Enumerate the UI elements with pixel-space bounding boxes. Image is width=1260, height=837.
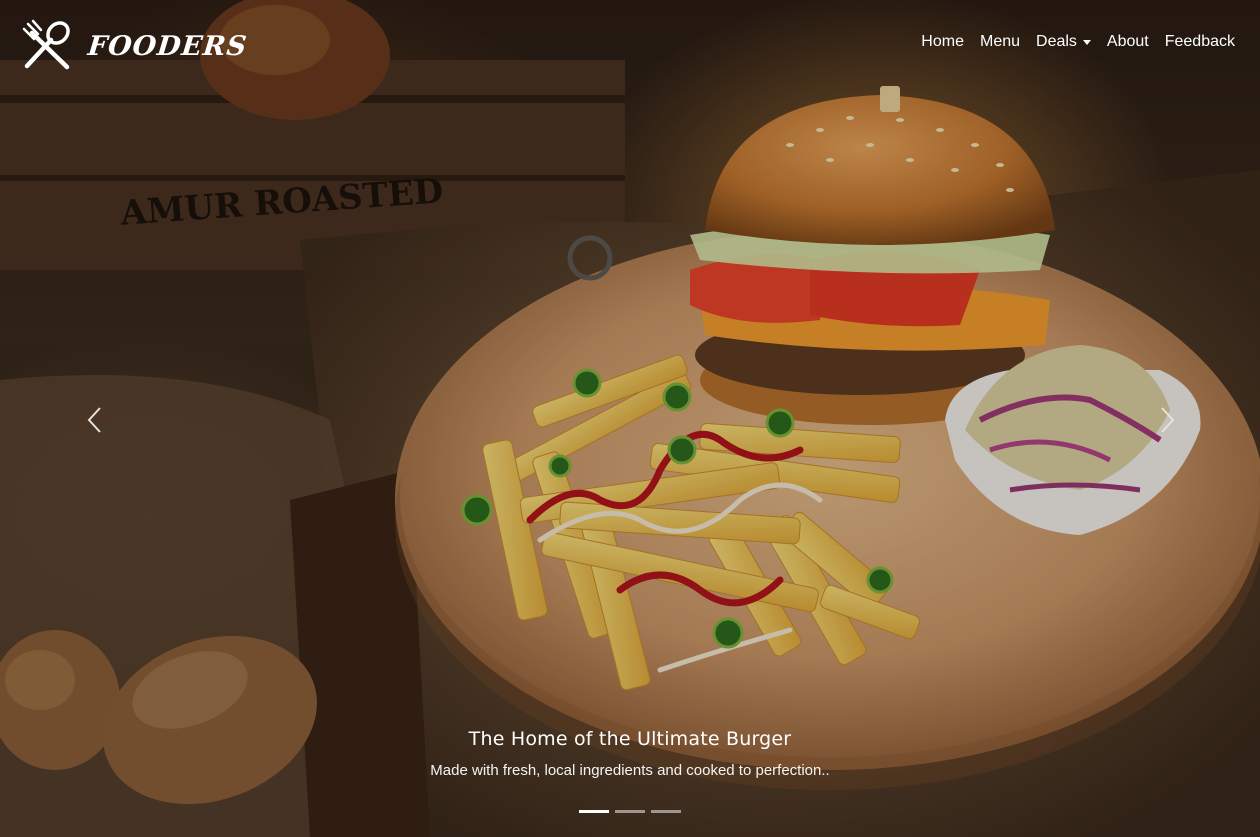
hero-background-image: AMUR ROASTED (0, 0, 1260, 837)
nav-link-feedback[interactable]: Feedback (1157, 31, 1243, 53)
carousel-indicator-1[interactable] (579, 810, 609, 813)
brand-name: FOODERS (86, 30, 249, 62)
hero-carousel: AMUR ROASTED FOODERS Home Menu Deals Abo… (0, 0, 1260, 837)
chevron-left-icon (87, 407, 101, 433)
nav-link-label: Menu (979, 33, 1021, 50)
carousel-next-button[interactable] (1137, 390, 1197, 450)
fork-spoon-cross-icon (22, 19, 70, 70)
carousel-indicator-2[interactable] (615, 810, 645, 813)
brand-link[interactable]: FOODERS (20, 18, 249, 74)
navbar: FOODERS Home Menu Deals About Feedback (0, 0, 1260, 90)
carousel-prev-button[interactable] (65, 390, 125, 450)
caret-down-icon (1082, 40, 1091, 45)
chevron-right-icon (1161, 407, 1175, 433)
carousel-indicator-3[interactable] (651, 810, 681, 813)
nav-link-label: Home (921, 33, 964, 50)
carousel-caption: The Home of the Ultimate Burger Made wit… (0, 728, 1260, 779)
nav-link-about[interactable]: About (1099, 31, 1157, 53)
nav-link-label: Feedback (1164, 33, 1235, 50)
caption-text: Made with fresh, local ingredients and c… (430, 762, 830, 779)
caption-title: The Home of the Ultimate Burger (468, 728, 792, 750)
nav-link-menu[interactable]: Menu (972, 31, 1028, 53)
nav-menu: Home Menu Deals About Feedback (913, 31, 1243, 53)
carousel-indicators (0, 810, 1260, 813)
nav-link-deals-dropdown[interactable]: Deals (1028, 31, 1099, 53)
nav-link-label: Deals (1036, 33, 1077, 50)
nav-link-label: About (1106, 33, 1149, 50)
nav-link-home[interactable]: Home (913, 31, 972, 53)
